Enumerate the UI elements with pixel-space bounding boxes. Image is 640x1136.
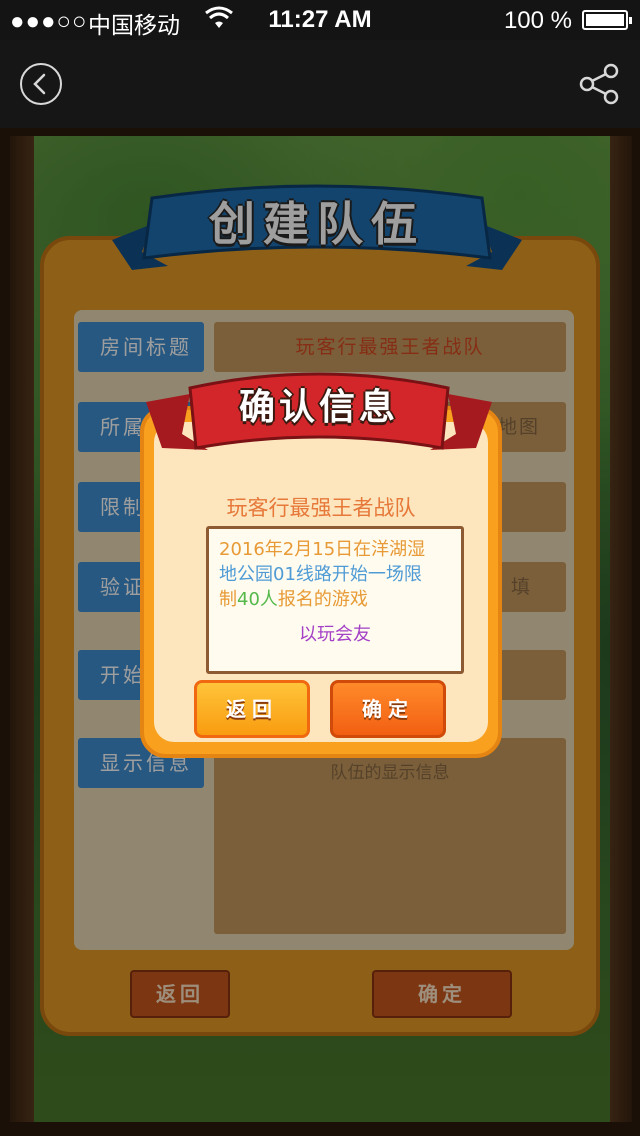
summary-line-3: 制40人报名的游戏: [219, 587, 451, 612]
status-bar: ●●●○○ 中国移动 11:27 AM 100 %: [0, 0, 640, 40]
share-icon[interactable]: [578, 62, 622, 106]
summary-line-3-suffix: 报名的游戏: [277, 589, 368, 610]
battery-icon: [582, 10, 632, 30]
dialog-title: 确认信息: [238, 387, 399, 428]
dialog-back-button[interactable]: 返回: [194, 680, 310, 738]
nav-bar: [0, 40, 640, 128]
chevron-left-icon: [33, 73, 46, 95]
summary-line-2: 地公园01线路开始一场限: [219, 564, 422, 585]
back-button[interactable]: [20, 63, 62, 105]
summary-line-3-prefix: 制: [219, 589, 237, 610]
dialog-confirm-button[interactable]: 确定: [330, 680, 446, 738]
game-scene: 创建队伍 房间标题 玩客行最强王者战队 所属 地图 限制 验证 填 开始 显示信…: [0, 128, 640, 1136]
summary-line-1: 2016年2月15日在洋湖湿: [219, 539, 426, 560]
summary-slogan: 以玩会友: [299, 624, 371, 645]
battery-percent: 100 %: [503, 7, 572, 34]
player-limit: 40人: [237, 589, 278, 610]
team-name: 玩客行最强王者战队: [226, 496, 416, 520]
summary-box: 2016年2月15日在洋湖湿 地公园01线路开始一场限 制40人报名的游戏 以玩…: [206, 526, 464, 674]
